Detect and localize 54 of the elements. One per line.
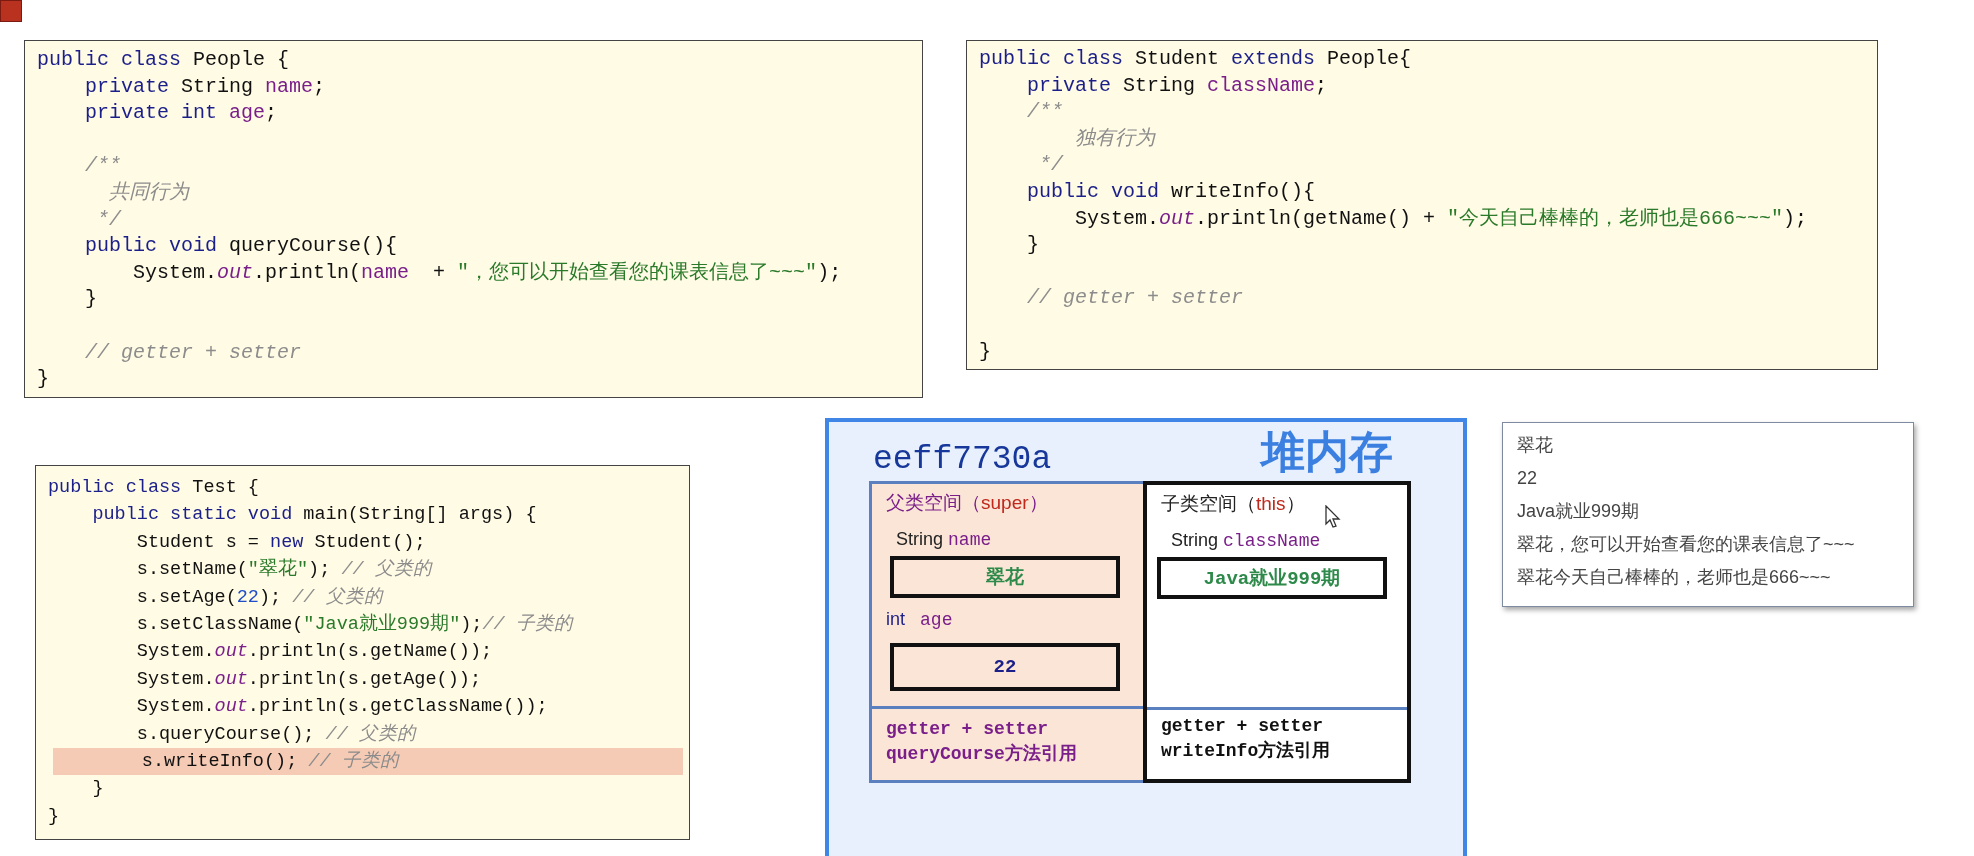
code-line: private int age;: [84, 100, 279, 127]
code-line: s.queryCourse(); // 父类的: [135, 722, 418, 747]
code-line: /**: [1026, 99, 1064, 126]
value-slot: 22: [890, 643, 1120, 691]
code-line: /**: [84, 153, 122, 180]
code-line: // getter + setter: [84, 339, 303, 366]
code-line: System.out.println(s.getName());: [135, 640, 494, 665]
code-line: public class Student extends People{: [978, 46, 1413, 72]
code-line: public void queryCourse(){: [84, 233, 399, 260]
code-line: */: [96, 206, 123, 233]
value-slot: Java就业999期: [1157, 557, 1387, 599]
code-line: }: [36, 366, 50, 393]
method-reference: queryCourse方法引用: [886, 742, 1078, 766]
code-line: System.out.println(s.getAge());: [135, 667, 482, 692]
code-line: System.out.println(name + "，您可以开始查看您的课表信息了~~~");: [132, 259, 843, 286]
code-line: 独有行为: [1074, 125, 1157, 152]
space-header: 子类空间（this）: [1161, 492, 1305, 516]
code-line: System.out.println(s.getClassName());: [135, 695, 549, 720]
output-line: 翠花: [1517, 434, 1554, 457]
code-line: public static void main(String[] args) {: [91, 503, 538, 528]
output-line: Java就业999期: [1517, 500, 1641, 523]
field-label: int age: [886, 608, 954, 631]
code-line: // getter + setter: [1026, 285, 1245, 312]
value-slot: 翠花: [890, 556, 1120, 598]
code-line: private String name;: [84, 73, 327, 100]
method-reference: getter + setter: [1161, 715, 1325, 738]
code-line: public class Test {: [47, 476, 260, 500]
code-line: s.setClassName("Java就业999期");// 子类的: [135, 612, 575, 637]
code-line: }: [47, 804, 61, 829]
code-line: */: [1038, 152, 1065, 179]
code-line: 共同行为: [108, 179, 191, 206]
code-line: }: [91, 777, 105, 802]
code-line: s.setName("翠花"); // 父类的: [135, 557, 434, 583]
method-reference: getter + setter: [886, 718, 1050, 741]
code-line: }: [84, 286, 98, 313]
code-line: s.setAge(22); // 父类的: [135, 585, 385, 610]
code-line: }: [1026, 232, 1040, 259]
field-label: String className: [1171, 529, 1322, 552]
space-header: 父类空间（super）: [886, 491, 1048, 515]
output-line: 翠花今天自己棒棒的，老师也是666~~~: [1517, 566, 1832, 589]
code-line: public class People {: [36, 47, 291, 73]
heap-title: 堆内存: [1261, 428, 1393, 476]
method-reference: writeInfo方法引用: [1161, 739, 1332, 763]
output-line: 22: [1517, 467, 1539, 490]
code-line: System.out.println(getName() + "今天自己棒棒的，老师也是666~~~");: [1074, 205, 1809, 232]
cursor-icon: [1325, 505, 1341, 529]
corner-marker: [0, 0, 22, 22]
code-line: Student s = new Student();: [135, 530, 427, 555]
object-address: eeff7730a: [873, 442, 1052, 478]
code-line: private String className;: [1026, 72, 1329, 99]
code-line: }: [978, 338, 992, 365]
output-line: 翠花，您可以开始查看您的课表信息了~~~: [1517, 533, 1856, 556]
code-line: public void writeInfo(){: [1026, 178, 1317, 205]
field-label: String name: [896, 528, 993, 551]
